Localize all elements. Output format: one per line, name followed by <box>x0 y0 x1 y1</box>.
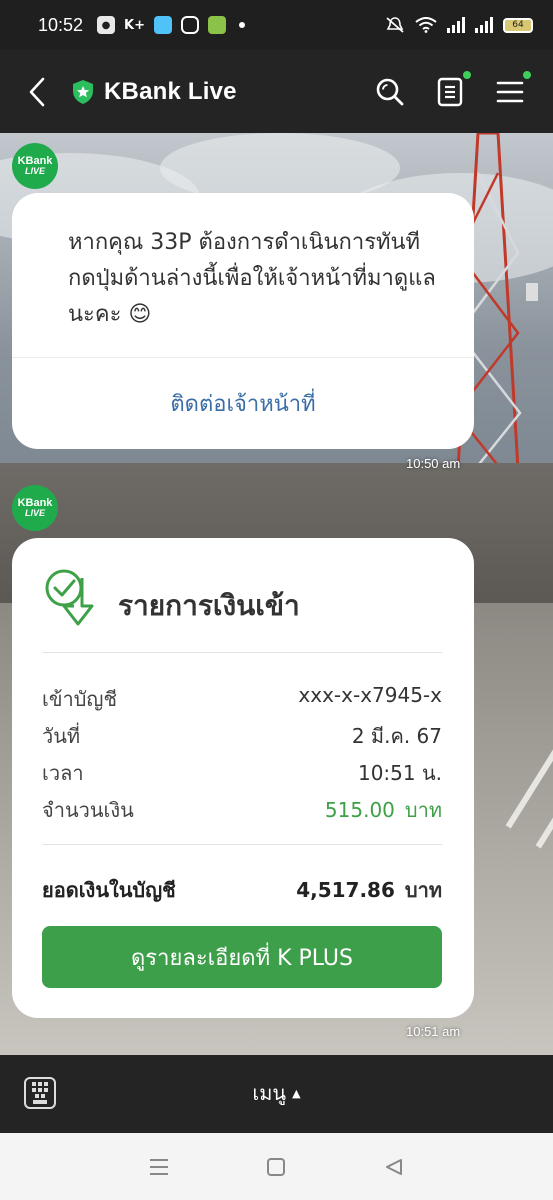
signal-icon-2 <box>475 17 493 33</box>
menu-label: เมนู <box>252 1081 287 1105</box>
bottom-menu-bar: เมนู ▲ <box>0 1055 553 1133</box>
view-in-kplus-button[interactable]: ดูรายละเอียดที่ K PLUS <box>42 926 442 988</box>
battery-icon: 64 <box>503 17 533 33</box>
chat-area[interactable]: KBank LIVE หากคุณ 33P ต้องการดำเนินการทั… <box>0 133 553 1055</box>
more-notifications-dot-icon <box>239 22 246 28</box>
wifi-icon <box>415 17 437 33</box>
back-nav-button[interactable] <box>379 1152 409 1182</box>
notes-notification-dot <box>463 70 471 79</box>
time-row: เวลา 10:51 น. <box>42 757 442 789</box>
back-triangle-icon <box>386 1158 403 1175</box>
message-timestamp: 10:51 am <box>406 1024 461 1039</box>
hamburger-menu-icon <box>496 81 524 102</box>
chat-header: KBank Live <box>0 50 553 133</box>
transaction-card: รายการเงินเข้า เข้าบัญชี xxx-x-x7945-x ว… <box>12 538 474 1018</box>
instagram-icon <box>181 16 200 34</box>
row-value: 10:51 น. <box>357 761 442 785</box>
row-label: เข้าบัญชี <box>42 687 118 711</box>
messenger-icon <box>154 16 173 34</box>
verified-shield-icon <box>73 79 93 104</box>
notification-icons: ● K+ <box>97 16 246 34</box>
line-app-icon: ● <box>97 16 116 34</box>
account-row: เข้าบัญชี xxx-x-x7945-x <box>42 683 442 715</box>
date-row: วันที่ 2 มี.ค. 67 <box>42 720 442 752</box>
contact-agent-label: ติดต่อเจ้าหน้าที่ <box>170 392 316 417</box>
menu-notification-dot <box>523 70 531 79</box>
row-label: วันที่ <box>42 724 81 748</box>
system-icons: 64 <box>385 16 533 34</box>
chat-brand: KBank Live <box>72 78 237 106</box>
search-button[interactable] <box>375 77 405 107</box>
amount-row: จำนวนเงิน 515.00 บาท <box>42 794 442 826</box>
message-timestamp: 10:50 am <box>406 456 461 471</box>
mute-icon <box>386 17 404 33</box>
recents-icon <box>149 1158 168 1175</box>
chat-title: KBank Live <box>104 77 237 105</box>
menu-button[interactable] <box>495 70 531 107</box>
keyboard-icon <box>33 1100 47 1104</box>
kbank-live-avatar[interactable]: KBank LIVE <box>12 143 58 189</box>
home-button[interactable] <box>261 1152 291 1182</box>
signal-icon <box>447 17 465 33</box>
rich-menu-toggle[interactable]: เมนู ▲ <box>217 1077 337 1109</box>
divider <box>42 844 442 845</box>
header-actions <box>375 70 531 107</box>
row-value: xxx-x-x7945-x <box>298 683 442 707</box>
home-icon <box>267 1157 286 1176</box>
notes-button[interactable] <box>435 70 471 107</box>
money-in-check-icon <box>45 569 94 626</box>
balance-label: ยอดเงินในบัญชี <box>42 878 176 902</box>
row-label: จำนวนเงิน <box>42 798 134 822</box>
message-text: หากคุณ 33P ต้องการดำเนินการทันที กดปุ่มด… <box>68 230 436 327</box>
status-bar: 10:52 ● K+ 64 <box>0 0 553 50</box>
row-label: เวลา <box>42 761 84 785</box>
system-nav-bar <box>0 1133 553 1200</box>
back-button[interactable] <box>28 72 58 112</box>
status-time: 10:52 <box>38 14 84 35</box>
keyboard-toggle-button[interactable] <box>24 1077 56 1109</box>
notes-icon <box>437 77 463 106</box>
transaction-title: รายการเงินเข้า <box>118 589 300 622</box>
message-bubble: หากคุณ 33P ต้องการดำเนินการทันที กดปุ่มด… <box>12 193 474 449</box>
row-value: 2 มี.ค. 67 <box>351 724 442 748</box>
recent-apps-button[interactable] <box>144 1152 174 1182</box>
search-icon <box>376 78 404 105</box>
chevron-left-icon <box>29 77 45 106</box>
balance-row: ยอดเงินในบัญชี 4,517.86 บาท <box>42 874 442 906</box>
kplus-notification-icon: K+ <box>124 17 146 33</box>
divider <box>42 652 442 653</box>
app-notification-icon <box>208 16 227 34</box>
caret-up-icon: ▲ <box>292 1086 301 1100</box>
kbank-live-avatar[interactable]: KBank LIVE <box>12 485 58 531</box>
balance-unit: บาท <box>404 878 442 902</box>
contact-agent-button[interactable]: ติดต่อเจ้าหน้าที่ <box>12 358 474 449</box>
amount-unit: บาท <box>404 798 442 822</box>
amount-value: 515.00 <box>324 798 395 822</box>
balance-value: 4,517.86 <box>296 878 395 902</box>
